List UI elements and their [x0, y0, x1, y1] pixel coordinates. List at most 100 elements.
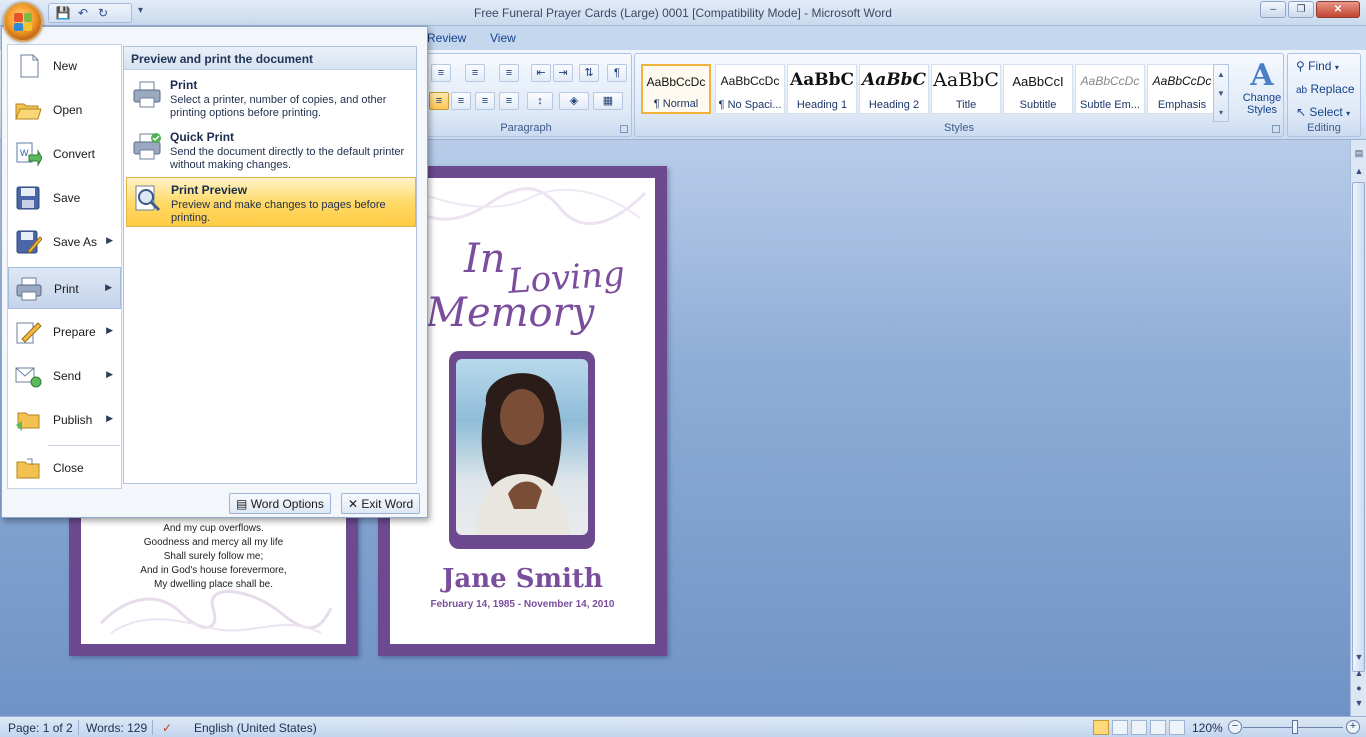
menu-item-label: Print [54, 282, 79, 296]
menu-item-save-as[interactable]: Save As ▶ [8, 221, 121, 263]
menu-item-publish[interactable]: Publish ▶ [8, 399, 121, 441]
scroll-thumb[interactable] [1352, 182, 1365, 672]
change-styles-button[interactable]: A Change Styles [1237, 60, 1287, 117]
style-heading-2[interactable]: AaBbC Heading 2 [859, 64, 929, 114]
align-left-icon[interactable]: ≡ [429, 92, 449, 110]
save-as-icon [16, 230, 42, 254]
print-submenu: Preview and print the document Print Sel… [123, 46, 417, 484]
shading-icon[interactable]: ◈ [559, 92, 589, 110]
style-name: Heading 2 [868, 99, 920, 111]
vertical-scrollbar[interactable]: ▤ ▲ ▼ ▲ ● ▼ [1350, 140, 1366, 716]
zoom-out-button[interactable]: − [1228, 720, 1242, 734]
chevron-down-icon: ▾ [1334, 63, 1339, 72]
menu-item-print[interactable]: Print ▶ [8, 267, 121, 309]
menu-item-close[interactable]: Close [8, 447, 121, 489]
style-title[interactable]: AaBbC Title [931, 64, 1001, 114]
office-button[interactable] [3, 2, 43, 42]
replace-button[interactable]: ab Replace [1296, 82, 1355, 96]
tab-review[interactable]: Review [427, 31, 466, 45]
submenu-item-title: Print Preview [171, 183, 248, 197]
portrait-illustration [476, 373, 570, 535]
save-icon [16, 186, 40, 210]
find-button[interactable]: ⚲ Find ▾ [1296, 59, 1339, 73]
close-button[interactable]: ✕ [1316, 1, 1360, 18]
show-marks-icon[interactable]: ¶ [607, 64, 627, 82]
language-indicator[interactable]: English (United States) [194, 721, 317, 735]
decrease-indent-icon[interactable]: ⇤ [531, 64, 551, 82]
office-menu: New Open W Convert Save Save As ▶ Print … [1, 26, 428, 518]
menu-item-save[interactable]: Save [8, 177, 121, 219]
previous-page-icon[interactable]: ▲ [1353, 668, 1365, 678]
paragraph-dialog-launcher-icon[interactable] [620, 125, 628, 133]
scroll-down-icon[interactable]: ▼ [1353, 652, 1365, 662]
submenu-item-print[interactable]: Print Select a printer, number of copies… [126, 73, 416, 123]
replace-icon: ab [1296, 85, 1308, 96]
page-count[interactable]: Page: 1 of 2 [8, 721, 73, 735]
new-document-icon [20, 54, 39, 78]
outline-view-icon[interactable] [1150, 720, 1166, 735]
select-label: Select [1309, 105, 1343, 119]
zoom-slider-thumb[interactable] [1292, 720, 1298, 734]
style-sample: AaBbCcDc [646, 75, 706, 89]
minimize-button[interactable]: ‒ [1260, 1, 1286, 18]
submenu-item-print-preview[interactable]: Print Preview Preview and make changes t… [126, 177, 416, 227]
menu-item-new[interactable]: New [8, 45, 121, 87]
zoom-in-button[interactable]: + [1346, 720, 1360, 734]
justify-icon[interactable]: ≡ [499, 92, 519, 110]
numbering-icon[interactable]: ≡ [465, 64, 485, 82]
increase-indent-icon[interactable]: ⇥ [553, 64, 573, 82]
select-button[interactable]: ↖ Select ▾ [1296, 105, 1350, 119]
draft-view-icon[interactable] [1169, 720, 1185, 735]
submenu-arrow-icon: ▶ [106, 235, 113, 245]
menu-item-open[interactable]: Open [8, 89, 121, 131]
print-layout-view-icon[interactable] [1093, 720, 1109, 735]
menu-item-prepare[interactable]: Prepare ▶ [8, 311, 121, 353]
style-normal[interactable]: AaBbCcDc ¶ Normal [641, 64, 711, 114]
align-right-icon[interactable]: ≡ [475, 92, 495, 110]
styles-group: AaBbCcDc ¶ Normal AaBbCcDc ¶ No Spaci...… [634, 53, 1284, 137]
menu-item-convert[interactable]: W Convert [8, 133, 121, 175]
style-sample: AaBbC [790, 70, 854, 90]
style-sample: AaBbC [933, 69, 999, 91]
style-heading-1[interactable]: AaBbC Heading 1 [787, 64, 857, 114]
menu-item-send[interactable]: Send ▶ [8, 355, 121, 397]
title-bar: 💾 ↶ ↻ ▾ Free Funeral Prayer Cards (Large… [0, 0, 1366, 26]
multilevel-list-icon[interactable]: ≡ [499, 64, 519, 82]
exit-word-label: Exit Word [361, 497, 414, 511]
align-center-icon[interactable]: ≡ [451, 92, 471, 110]
zoom-level[interactable]: 120% [1192, 721, 1223, 735]
browse-object-icon[interactable]: ● [1353, 683, 1365, 693]
word-count[interactable]: Words: 129 [86, 721, 147, 735]
web-layout-view-icon[interactable] [1131, 720, 1147, 735]
tab-view[interactable]: View [490, 31, 516, 45]
cursor-icon: ↖ [1296, 105, 1307, 119]
editing-group: ⚲ Find ▾ ab Replace ↖ Select ▾ Editing [1287, 53, 1361, 137]
styles-gallery-scroll[interactable]: ▲ ▼ ▾ [1213, 64, 1229, 122]
style-subtle-emphasis[interactable]: AaBbCcDc Subtle Em... [1075, 64, 1145, 114]
ruler-toggle-icon[interactable]: ▤ [1353, 148, 1365, 159]
scroll-up-icon[interactable]: ▲ [1353, 166, 1365, 176]
styles-dialog-launcher-icon[interactable] [1272, 125, 1280, 133]
style-emphasis[interactable]: AaBbCcDc Emphasis [1147, 64, 1217, 114]
style-no-spacing[interactable]: AaBbCcDc ¶ No Spaci... [715, 64, 785, 114]
menu-item-label: Convert [53, 147, 96, 161]
quick-print-icon [133, 133, 161, 160]
submenu-item-quick-print[interactable]: Quick Print Send the document directly t… [126, 125, 416, 175]
sort-icon[interactable]: ⇅ [579, 64, 599, 82]
photo-frame[interactable] [449, 351, 595, 549]
menu-item-label: Save As [53, 235, 98, 249]
maximize-button[interactable]: ❐ [1288, 1, 1314, 18]
bullets-icon[interactable]: ≡ [431, 64, 451, 82]
next-page-icon[interactable]: ▼ [1353, 698, 1365, 708]
proofing-icon[interactable]: ✓ [162, 721, 172, 735]
verse-line: Shall surely follow me; [163, 551, 264, 562]
line-spacing-icon[interactable]: ↕ [527, 92, 553, 110]
status-separator [152, 720, 153, 735]
submenu-item-description: Select a printer, number of copies, and … [170, 94, 387, 119]
exit-word-button[interactable]: ✕ Exit Word [341, 493, 421, 514]
borders-icon[interactable]: ▦ [593, 92, 623, 110]
open-folder-icon [15, 103, 42, 120]
style-subtitle[interactable]: AaBbCcI Subtitle [1003, 64, 1073, 114]
word-options-button[interactable]: ▤ Word Options [229, 493, 331, 514]
full-screen-reading-view-icon[interactable] [1112, 720, 1128, 735]
